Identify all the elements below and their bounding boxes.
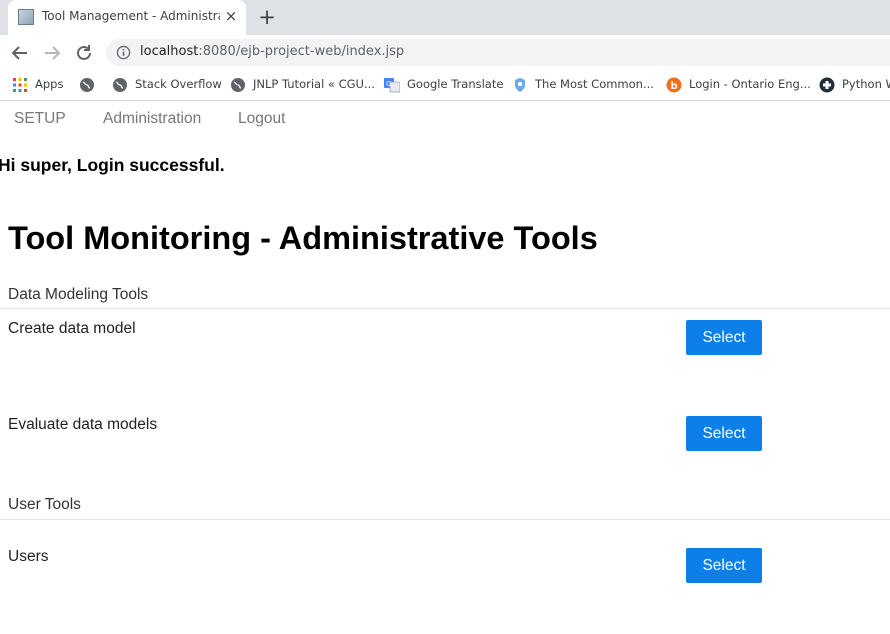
back-icon[interactable] [8,41,32,65]
select-evaluate-data-models-button[interactable]: Select [686,416,762,451]
browser-tab[interactable]: Tool Management - Administrati × [8,0,246,35]
section-divider [0,308,890,309]
section-title-user-tools: User Tools [8,496,81,513]
welcome-message: Hi super, Login successful. [0,155,225,175]
bookmark-label: The Most Common... [535,77,654,91]
tab-strip: Tool Management - Administrati × + [0,0,890,35]
bookmark-label: Google Translate [407,77,504,91]
bookmark-label: JNLP Tutorial « CGU... [253,77,375,91]
page-title: Tool Monitoring - Administrative Tools [8,220,598,256]
tab-close-icon[interactable]: × [222,7,240,25]
nav-administration-link[interactable]: Administration [103,110,201,128]
tool-label-users: Users [8,548,49,565]
url-host: localhost [140,44,199,59]
bookmark-label: Login - Ontario Eng... [689,77,811,91]
apps-grid-icon [12,77,28,93]
python-icon [819,77,835,93]
bookmarks-bar: Apps Stack Overflow JNLP Tutorial « CGU.… [0,70,890,101]
globe-icon [230,77,246,93]
address-bar[interactable]: localhost:8080/ejb-project-web/index.jsp [106,39,890,66]
bookmark-label: Stack Overflow [135,77,222,91]
select-create-data-model-button[interactable]: Select [686,320,762,355]
new-tab-icon[interactable]: + [256,6,278,28]
svg-text:b: b [671,81,678,92]
forward-icon[interactable] [40,41,64,65]
select-users-button[interactable]: Select [686,548,762,583]
tool-label-create-data-model: Create data model [8,320,136,337]
reload-icon[interactable] [72,41,96,65]
svg-text:G: G [386,80,391,88]
nav-logout-link[interactable]: Logout [238,110,285,128]
google-translate-icon: G [384,77,401,93]
url-text[interactable]: localhost:8080/ejb-project-web/index.jsp [140,44,404,59]
page-favicon-icon [18,9,34,25]
bookmark-label: Python W [842,77,890,91]
browser-toolbar: localhost:8080/ejb-project-web/index.jsp [0,35,890,70]
tool-label-evaluate-data-models: Evaluate data models [8,416,158,433]
shield-icon [512,77,528,93]
section-divider [0,519,890,520]
url-path: :8080/ejb-project-web/index.jsp [198,44,405,59]
section-title-data-modeling: Data Modeling Tools [8,286,149,303]
orange-circle-icon: b [666,77,682,93]
globe-icon [79,77,95,93]
globe-icon [112,77,128,93]
tab-title: Tool Management - Administrati [42,9,220,23]
info-icon[interactable] [116,45,131,60]
nav-setup-link[interactable]: SETUP [14,110,66,128]
bookmark-label: Apps [35,77,64,91]
